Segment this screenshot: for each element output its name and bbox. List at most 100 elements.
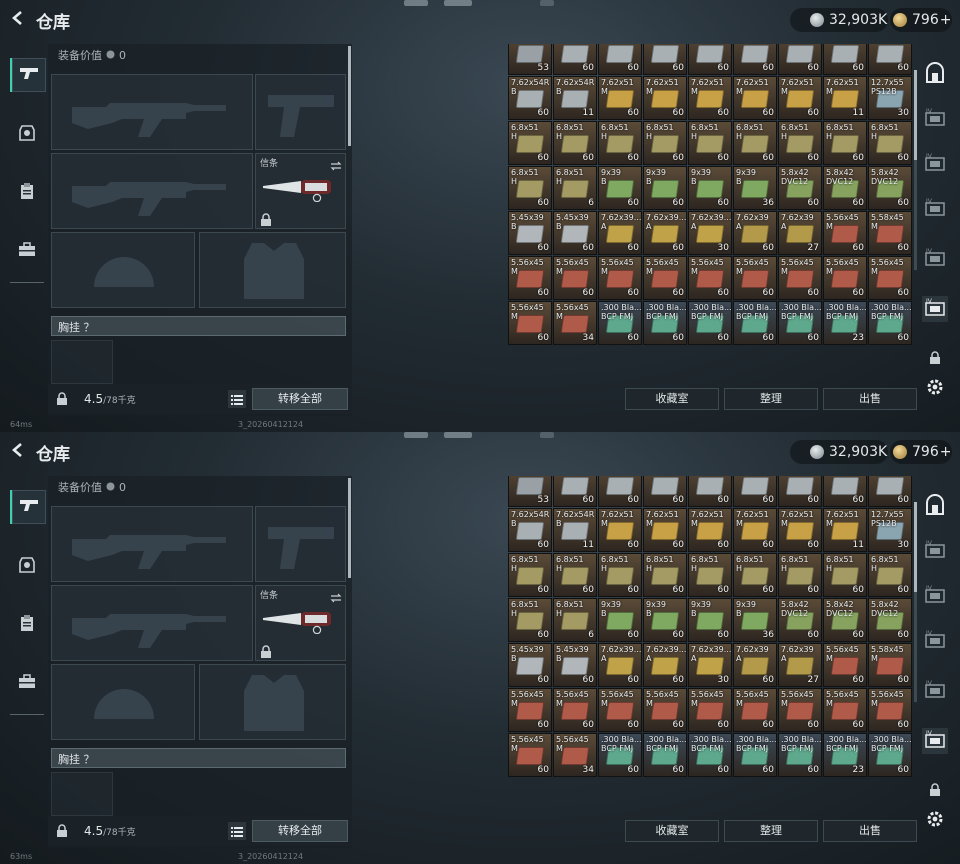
inventory-item[interactable]: 7.62x54R B 60 — [508, 76, 552, 120]
inventory-item[interactable]: 7.62x51 M 60 — [598, 508, 642, 552]
inventory-item[interactable]: 5.56x45 M 60 — [553, 256, 597, 300]
inventory-item[interactable]: 5.56x45 M 60 — [868, 256, 912, 300]
inventory-item[interactable]: 6.8x51 H 60 — [688, 553, 732, 597]
inventory-item[interactable]: 60 — [868, 476, 912, 507]
storage-tab-4[interactable]: IV — [922, 678, 948, 704]
sort-button[interactable]: 整理 — [724, 820, 818, 842]
sidearm-slot[interactable] — [255, 506, 346, 582]
inventory-item[interactable]: 60 — [733, 44, 777, 75]
chest-rig-header[interactable]: 胸挂 ？ — [51, 316, 346, 336]
inventory-item[interactable]: 7.62x51 M 60 — [688, 508, 732, 552]
settings-button[interactable] — [922, 808, 948, 834]
inventory-item[interactable]: .300 Bla... BCP FMJ 60 — [778, 301, 822, 345]
inventory-item[interactable]: 9x39 B 60 — [688, 598, 732, 642]
inventory-item[interactable]: 7.62x39 A 27 — [778, 211, 822, 255]
inventory-item[interactable]: 5.58x45 M 60 — [868, 643, 912, 687]
inventory-item[interactable]: 9x39 B 36 — [733, 166, 777, 210]
inventory-item[interactable]: .300 Bla... BCP FMJ 60 — [733, 733, 777, 777]
inventory-item[interactable]: 60 — [598, 476, 642, 507]
knife-item-icon[interactable] — [261, 172, 339, 206]
inventory-item[interactable]: 12.7x55 PS12B 30 — [868, 76, 912, 120]
inventory-item[interactable]: 6.8x51 H 60 — [778, 553, 822, 597]
inventory-item[interactable]: 60 — [688, 44, 732, 75]
favorites-button[interactable]: 收藏室 — [625, 820, 719, 842]
melee-slot[interactable]: 信条 — [255, 153, 346, 229]
chest-rig-slot[interactable] — [51, 772, 113, 816]
melee-slot[interactable]: 信条 — [255, 585, 346, 661]
inventory-item[interactable]: .300 Bla... BCP FMJ 60 — [688, 733, 732, 777]
inventory-item[interactable]: 7.62x39... A 30 — [688, 211, 732, 255]
inventory-item[interactable]: .300 Bla... BCP FMJ 60 — [778, 733, 822, 777]
inventory-item[interactable]: 6.8x51 H 60 — [868, 553, 912, 597]
chest-rig-slot[interactable] — [51, 340, 113, 384]
inventory-item[interactable]: 5.8x42 DVC12 60 — [823, 598, 867, 642]
storage-tab-2[interactable]: IV — [922, 583, 948, 609]
inventory-item[interactable]: 5.56x45 M 60 — [868, 688, 912, 732]
inventory-scroll-thumb[interactable] — [914, 502, 917, 592]
inventory-item[interactable]: 7.62x51 M 60 — [643, 76, 687, 120]
inventory-item[interactable]: 5.45x39 B 60 — [508, 643, 552, 687]
storage-tab-3[interactable]: IV — [922, 196, 948, 222]
helmet-slot[interactable] — [51, 664, 195, 740]
transfer-all-button[interactable]: 转移全部 — [252, 388, 348, 410]
inventory-item[interactable]: 9x39 B 60 — [643, 166, 687, 210]
storage-lock[interactable] — [922, 778, 948, 804]
inventory-item[interactable]: 5.56x45 M 34 — [553, 301, 597, 345]
inventory-item[interactable]: 60 — [823, 44, 867, 75]
back-arrow-icon[interactable] — [10, 10, 26, 26]
inventory-item[interactable]: 9x39 B 60 — [598, 166, 642, 210]
inventory-item[interactable]: 6.8x51 H 60 — [508, 553, 552, 597]
inventory-item[interactable]: 7.62x51 M 60 — [598, 76, 642, 120]
inventory-item[interactable]: 7.62x39... A 30 — [688, 643, 732, 687]
inventory-item[interactable]: 60 — [553, 476, 597, 507]
storage-tab-3[interactable]: IV — [922, 628, 948, 654]
inventory-item[interactable]: 9x39 B 60 — [598, 598, 642, 642]
back-arrow-icon[interactable] — [10, 442, 26, 458]
inventory-item[interactable]: 5.56x45 M 60 — [643, 688, 687, 732]
inventory-item[interactable]: .300 Bla... BCP FMJ 23 — [823, 301, 867, 345]
secondary-weapon-slot[interactable] — [51, 585, 253, 661]
inventory-item[interactable]: 7.62x39... A 60 — [643, 211, 687, 255]
inventory-item[interactable]: 7.62x51 M 11 — [823, 76, 867, 120]
vault-tab[interactable] — [922, 494, 948, 520]
secondary-weapon-slot[interactable] — [51, 153, 253, 229]
inventory-item[interactable]: 5.58x45 M 60 — [868, 211, 912, 255]
inventory-item[interactable]: 5.8x42 DVC12 60 — [778, 598, 822, 642]
inventory-item[interactable]: 7.62x39 A 60 — [733, 211, 777, 255]
sort-button[interactable]: 整理 — [724, 388, 818, 410]
inventory-scroll-thumb[interactable] — [914, 70, 917, 160]
inventory-item[interactable]: 6.8x51 H 60 — [643, 121, 687, 165]
inventory-item[interactable]: 6.8x51 H 6 — [553, 598, 597, 642]
inventory-item[interactable]: 6.8x51 H 6 — [553, 166, 597, 210]
inventory-item[interactable]: 5.56x45 M 60 — [733, 256, 777, 300]
storage-lock[interactable] — [922, 346, 948, 372]
inventory-item[interactable]: 60 — [553, 44, 597, 75]
inventory-item[interactable]: 60 — [778, 476, 822, 507]
inventory-item[interactable]: 6.8x51 H 60 — [733, 121, 777, 165]
nav-armor[interactable] — [10, 550, 44, 584]
inventory-item[interactable]: 5.8x42 DVC12 60 — [868, 166, 912, 210]
inventory-item[interactable]: 60 — [643, 44, 687, 75]
nav-tools[interactable] — [10, 234, 44, 268]
gold-currency[interactable]: 796 + — [893, 442, 951, 462]
sell-button[interactable]: 出售 — [823, 388, 917, 410]
inventory-item[interactable]: .300 Bla... BCP FMJ 60 — [643, 733, 687, 777]
inventory-item[interactable]: 5.8x42 DVC12 60 — [823, 166, 867, 210]
gold-currency[interactable]: 796 + — [893, 10, 951, 30]
inventory-item[interactable]: 5.56x45 M 34 — [553, 733, 597, 777]
transfer-all-button[interactable]: 转移全部 — [252, 820, 348, 842]
lock-icon[interactable] — [56, 391, 70, 405]
inventory-item[interactable]: 7.62x54R B 11 — [553, 508, 597, 552]
inventory-item[interactable]: 60 — [868, 44, 912, 75]
inventory-item[interactable]: 5.56x45 M 60 — [553, 688, 597, 732]
nav-tasks[interactable] — [10, 176, 44, 210]
inventory-item[interactable]: 7.62x51 M 60 — [733, 76, 777, 120]
inventory-item[interactable]: 7.62x39... A 60 — [598, 643, 642, 687]
inventory-item[interactable]: 5.56x45 M 60 — [688, 256, 732, 300]
nav-weapons[interactable] — [10, 58, 46, 92]
storage-tab-5[interactable]: IV — [922, 728, 948, 754]
inventory-item[interactable]: 6.8x51 H 60 — [508, 121, 552, 165]
inventory-item[interactable]: 5.45x39 B 60 — [553, 211, 597, 255]
inventory-item[interactable]: 6.8x51 H 60 — [823, 121, 867, 165]
list-view-button[interactable] — [228, 390, 246, 408]
